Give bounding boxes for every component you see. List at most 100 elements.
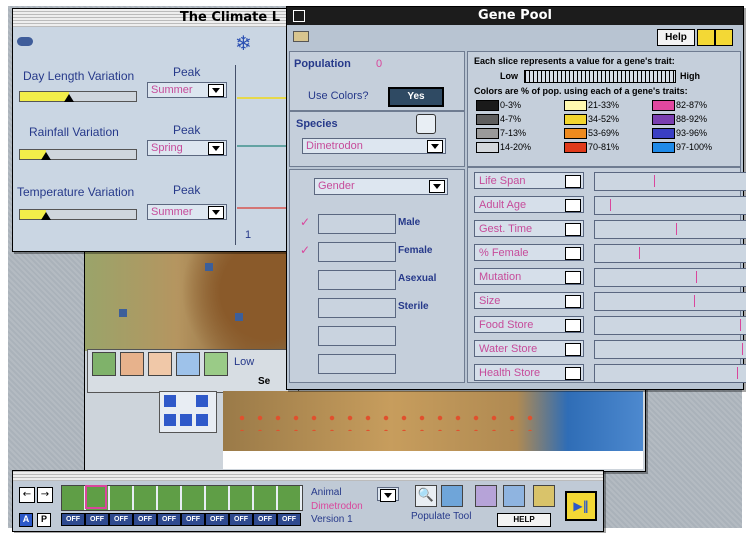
temperature-slider[interactable] bbox=[19, 209, 137, 220]
hand-icon[interactable] bbox=[475, 485, 497, 507]
trait-select[interactable]: Adult Age bbox=[474, 196, 584, 213]
off-button[interactable]: OFF bbox=[85, 513, 109, 526]
off-button[interactable]: OFF bbox=[205, 513, 229, 526]
rain-peak-select[interactable]: Spring bbox=[147, 140, 227, 156]
folder-icon[interactable] bbox=[293, 31, 309, 42]
temp-peak-select[interactable]: Summer bbox=[147, 204, 227, 220]
rain-peak-value: Spring bbox=[151, 142, 183, 154]
trait-select[interactable]: Life Span bbox=[474, 172, 584, 189]
magnifier-icon[interactable]: 🔍 bbox=[415, 485, 437, 507]
gender-check[interactable]: ✓ bbox=[300, 243, 310, 257]
legend-swatch bbox=[476, 114, 499, 125]
trait-select[interactable]: Mutation bbox=[474, 268, 584, 285]
map-bottom-strip bbox=[223, 451, 643, 469]
p-button[interactable]: P bbox=[37, 513, 51, 527]
trait-select[interactable]: Water Store bbox=[474, 340, 584, 357]
a-button[interactable]: A bbox=[19, 513, 33, 527]
arrow-left-icon[interactable]: ← bbox=[19, 487, 35, 503]
trait-distribution-bar[interactable] bbox=[594, 220, 746, 239]
arrow-se-icon[interactable] bbox=[196, 414, 208, 426]
trait-distribution-bar[interactable] bbox=[594, 244, 746, 263]
thermometer-icon[interactable] bbox=[148, 352, 172, 376]
arrow-nw-icon[interactable] bbox=[164, 395, 176, 407]
select-button-partial[interactable]: Se bbox=[258, 376, 270, 387]
rainfall-slider[interactable] bbox=[19, 149, 137, 160]
climate-graph-line bbox=[237, 207, 287, 209]
gender-select[interactable]: Gender bbox=[314, 178, 448, 195]
trait-distribution-bar[interactable] bbox=[594, 340, 746, 359]
trait-distribution-bar[interactable] bbox=[594, 172, 746, 191]
high-label: High bbox=[680, 71, 700, 81]
landscape-icon[interactable] bbox=[204, 352, 228, 376]
climate-window: The Climate L ❄ Day Length Variation Pea… bbox=[12, 8, 289, 252]
off-button[interactable]: OFF bbox=[229, 513, 253, 526]
trait-select[interactable]: % Female bbox=[474, 244, 584, 261]
trait-marker bbox=[639, 247, 640, 259]
trait-distribution-bar[interactable] bbox=[594, 316, 746, 335]
gender-check[interactable]: ✓ bbox=[300, 215, 310, 229]
refresh-icon[interactable] bbox=[416, 114, 436, 134]
off-button-row: OFF OFF OFF OFF OFF OFF OFF OFF OFF OFF bbox=[61, 513, 301, 526]
off-button[interactable]: OFF bbox=[157, 513, 181, 526]
wind-icon[interactable] bbox=[120, 352, 144, 376]
legend-swatch bbox=[564, 100, 587, 111]
chevron-down-icon bbox=[208, 206, 224, 219]
arrow-up-icon[interactable] bbox=[697, 29, 715, 46]
help-button[interactable]: Help bbox=[657, 29, 695, 46]
off-button[interactable]: OFF bbox=[61, 513, 85, 526]
chevron-down-icon bbox=[565, 319, 581, 332]
chevron-down-icon bbox=[565, 223, 581, 236]
off-button[interactable]: OFF bbox=[133, 513, 157, 526]
help-button-bottom[interactable]: HELP bbox=[497, 513, 551, 527]
off-button[interactable]: OFF bbox=[277, 513, 301, 526]
day-length-slider[interactable] bbox=[19, 91, 137, 102]
off-button[interactable]: OFF bbox=[253, 513, 277, 526]
trait-select[interactable]: Health Store bbox=[474, 364, 584, 381]
slider-knob[interactable] bbox=[40, 152, 51, 160]
map-marker bbox=[235, 313, 243, 321]
trait-name: Mutation bbox=[479, 271, 522, 283]
tool-titlebar[interactable] bbox=[13, 471, 603, 481]
terrain-map[interactable] bbox=[85, 251, 315, 351]
box-tool-icon[interactable] bbox=[533, 485, 555, 507]
play-pause-icon[interactable]: ▶‖ bbox=[565, 491, 597, 521]
gene-pool-titlebar[interactable]: Gene Pool bbox=[287, 7, 743, 25]
plant-icon[interactable] bbox=[92, 352, 116, 376]
trait-distribution-bar[interactable] bbox=[594, 268, 746, 287]
legend-label: 82-87% bbox=[676, 100, 708, 110]
chevron-down-icon bbox=[565, 295, 581, 308]
climate-titlebar[interactable]: The Climate L bbox=[13, 9, 288, 27]
cloud-tool-icon[interactable] bbox=[503, 485, 525, 507]
arrow-ne-icon[interactable] bbox=[196, 395, 208, 407]
trait-distribution-bar[interactable] bbox=[594, 292, 746, 311]
close-icon[interactable] bbox=[293, 10, 305, 22]
animal-select[interactable] bbox=[377, 487, 399, 502]
trait-row: Food Store bbox=[474, 316, 746, 335]
off-button[interactable]: OFF bbox=[181, 513, 205, 526]
use-colors-button[interactable]: Yes bbox=[388, 87, 444, 107]
arrow-right-icon[interactable]: → bbox=[37, 487, 53, 503]
selected-animal-icon[interactable] bbox=[85, 485, 107, 509]
terrain-map-lower[interactable] bbox=[223, 391, 643, 451]
slider-knob[interactable] bbox=[40, 212, 51, 220]
slider-knob[interactable] bbox=[63, 94, 74, 102]
trait-select[interactable]: Food Store bbox=[474, 316, 584, 333]
nav-arrows[interactable] bbox=[159, 391, 217, 433]
chevron-down-icon bbox=[208, 84, 224, 97]
trait-select[interactable]: Size bbox=[474, 292, 584, 309]
trait-select[interactable]: Gest. Time bbox=[474, 220, 584, 237]
water-drop-icon[interactable] bbox=[176, 352, 200, 376]
dna-icon[interactable] bbox=[441, 485, 463, 507]
trait-row: Health Store bbox=[474, 364, 746, 383]
arrow-sw-icon[interactable] bbox=[164, 414, 176, 426]
trait-distribution-bar[interactable] bbox=[594, 364, 746, 383]
arrow-down-icon[interactable] bbox=[715, 29, 733, 46]
trait-row: Size bbox=[474, 292, 746, 311]
day-peak-select[interactable]: Summer bbox=[147, 82, 227, 98]
species-panel: Species Dimetrodon bbox=[289, 111, 465, 167]
trait-distribution-bar[interactable] bbox=[594, 196, 746, 215]
trait-name: Food Store bbox=[479, 319, 534, 331]
off-button[interactable]: OFF bbox=[109, 513, 133, 526]
arrow-s-icon[interactable] bbox=[180, 414, 192, 426]
species-select[interactable]: Dimetrodon bbox=[302, 138, 446, 154]
